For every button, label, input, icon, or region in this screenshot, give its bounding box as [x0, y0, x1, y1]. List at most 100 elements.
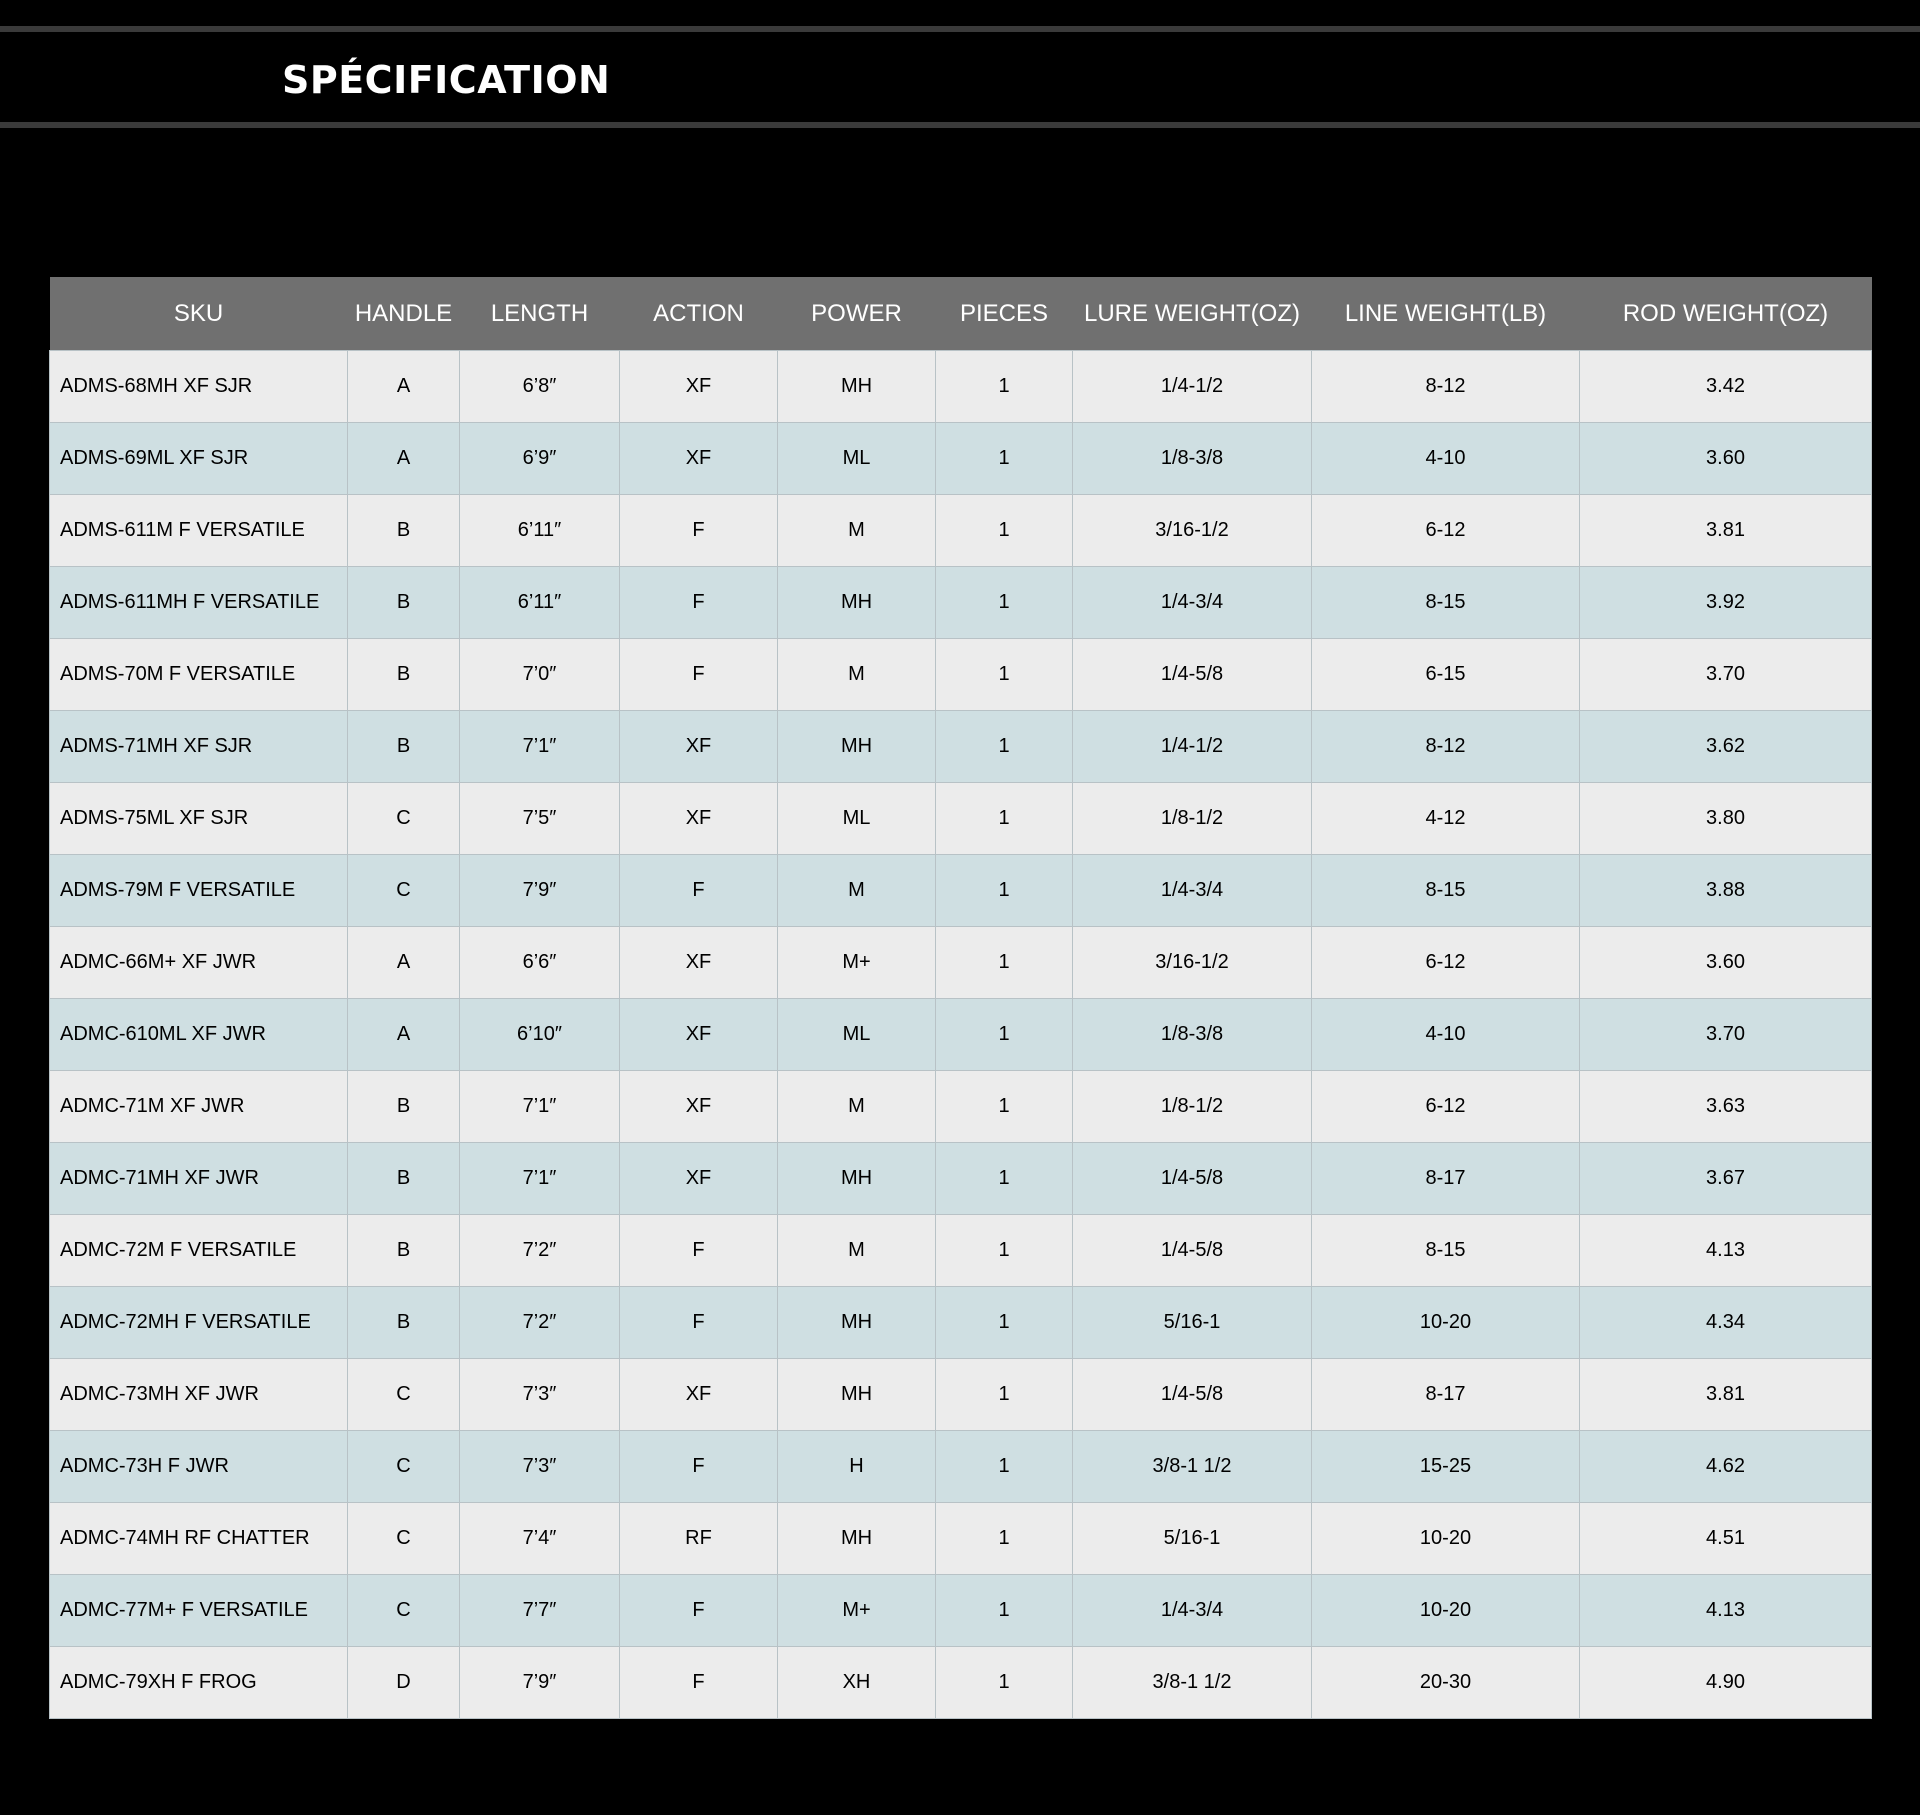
- handle-cell: A: [347, 998, 460, 1071]
- pieces-cell: 1: [935, 1214, 1073, 1287]
- length-cell: 7’9″: [459, 1646, 620, 1719]
- action-cell: F: [619, 494, 778, 567]
- line-weight-cell: 8-15: [1311, 566, 1580, 639]
- sku-cell: ADMS-611MH F VERSATILE: [49, 566, 348, 639]
- power-cell: M: [777, 494, 936, 567]
- lure-weight-cell: 3/8-1 1/2: [1072, 1430, 1312, 1503]
- handle-cell: C: [347, 854, 460, 927]
- sku-cell: ADMS-69ML XF SJR: [49, 422, 348, 495]
- line-weight-cell: 6-15: [1311, 638, 1580, 711]
- lure-weight-cell: 1/4-5/8: [1072, 1214, 1312, 1287]
- line-weight-cell: 8-12: [1311, 350, 1580, 423]
- sku-cell: ADMC-610ML XF JWR: [49, 998, 348, 1071]
- action-cell: XF: [619, 998, 778, 1071]
- specification-table: SKU HANDLE LENGTH ACTION POWER PIECES LU…: [49, 277, 1872, 1719]
- pieces-cell: 1: [935, 494, 1073, 567]
- table-row: ADMS-70M F VERSATILE B 7’0″ F M 1 1/4-5/8 6-15 3…: [49, 638, 1872, 711]
- table-row: ADMC-79XH F FROG D 7’9″ F XH 1 3/8-1 1/2 20-30 4…: [49, 1646, 1872, 1719]
- pieces-cell: 1: [935, 422, 1073, 495]
- rod-weight-cell: 3.70: [1579, 998, 1872, 1071]
- rod-weight-cell: 3.70: [1579, 638, 1872, 711]
- handle-cell: B: [347, 1070, 460, 1143]
- length-cell: 7’3″: [459, 1358, 620, 1431]
- handle-cell: B: [347, 1142, 460, 1215]
- length-cell: 6’11″: [459, 566, 620, 639]
- table-row: ADMS-75ML XF SJR C 7’5″ XF ML 1 1/8-1/2 4-12 3.8…: [49, 782, 1872, 855]
- length-cell: 7’1″: [459, 1070, 620, 1143]
- length-cell: 7’1″: [459, 1142, 620, 1215]
- power-cell: M: [777, 1214, 936, 1287]
- lure-weight-cell: 1/8-1/2: [1072, 1070, 1312, 1143]
- pieces-cell: 1: [935, 782, 1073, 855]
- handle-cell: B: [347, 566, 460, 639]
- action-cell: F: [619, 566, 778, 639]
- handle-cell: B: [347, 710, 460, 783]
- lure-weight-cell: 5/16-1: [1072, 1502, 1312, 1575]
- action-cell: XF: [619, 782, 778, 855]
- column-header-pieces: PIECES: [935, 277, 1073, 351]
- line-weight-cell: 10-20: [1311, 1286, 1580, 1359]
- action-cell: F: [619, 854, 778, 927]
- table-row: ADMS-611MH F VERSATILE B 6’11″ F MH 1 1/4-3/4 8…: [49, 566, 1872, 639]
- line-weight-cell: 10-20: [1311, 1574, 1580, 1647]
- action-cell: F: [619, 1214, 778, 1287]
- power-cell: MH: [777, 566, 936, 639]
- lure-weight-cell: 1/4-3/4: [1072, 854, 1312, 927]
- column-header-lure-weight: LURE WEIGHT(OZ): [1072, 277, 1312, 351]
- pieces-cell: 1: [935, 710, 1073, 783]
- action-cell: XF: [619, 422, 778, 495]
- power-cell: MH: [777, 1286, 936, 1359]
- power-cell: MH: [777, 1502, 936, 1575]
- length-cell: 6’8″: [459, 350, 620, 423]
- column-header-line-weight: LINE WEIGHT(LB): [1311, 277, 1580, 351]
- power-cell: ML: [777, 422, 936, 495]
- sku-cell: ADMS-75ML XF SJR: [49, 782, 348, 855]
- sku-cell: ADMC-66M+ XF JWR: [49, 926, 348, 999]
- lure-weight-cell: 5/16-1: [1072, 1286, 1312, 1359]
- line-weight-cell: 4-10: [1311, 998, 1580, 1071]
- power-cell: MH: [777, 710, 936, 783]
- power-cell: M+: [777, 1574, 936, 1647]
- table-row: ADMC-73MH XF JWR C 7’3″ XF MH 1 1/4-5/8 8-17 3.8…: [49, 1358, 1872, 1431]
- table-header-row: SKU HANDLE LENGTH ACTION POWER PIECES LU…: [49, 277, 1872, 351]
- sku-cell: ADMC-77M+ F VERSATILE: [49, 1574, 348, 1647]
- sku-cell: ADMS-79M F VERSATILE: [49, 854, 348, 927]
- power-cell: XH: [777, 1646, 936, 1719]
- page-title: SPÉCIFICATION: [282, 58, 611, 102]
- pieces-cell: 1: [935, 1430, 1073, 1503]
- pieces-cell: 1: [935, 1646, 1073, 1719]
- action-cell: XF: [619, 1142, 778, 1215]
- power-cell: M: [777, 638, 936, 711]
- action-cell: XF: [619, 1070, 778, 1143]
- column-header-length: LENGTH: [459, 277, 620, 351]
- table-row: ADMS-69ML XF SJR A 6’9″ XF ML 1 1/8-3/8 4-10 3.6…: [49, 422, 1872, 495]
- power-cell: ML: [777, 998, 936, 1071]
- power-cell: ML: [777, 782, 936, 855]
- rod-weight-cell: 4.62: [1579, 1430, 1872, 1503]
- handle-cell: C: [347, 1358, 460, 1431]
- rod-weight-cell: 4.90: [1579, 1646, 1872, 1719]
- action-cell: XF: [619, 710, 778, 783]
- rod-weight-cell: 3.60: [1579, 926, 1872, 999]
- rod-weight-cell: 3.42: [1579, 350, 1872, 423]
- pieces-cell: 1: [935, 350, 1073, 423]
- power-cell: M: [777, 854, 936, 927]
- lure-weight-cell: 1/8-1/2: [1072, 782, 1312, 855]
- length-cell: 7’3″: [459, 1430, 620, 1503]
- power-cell: M+: [777, 926, 936, 999]
- table-row: ADMS-79M F VERSATILE C 7’9″ F M 1 1/4-3/4 8-15 3…: [49, 854, 1872, 927]
- handle-cell: A: [347, 926, 460, 999]
- handle-cell: D: [347, 1646, 460, 1719]
- rod-weight-cell: 4.51: [1579, 1502, 1872, 1575]
- handle-cell: C: [347, 1502, 460, 1575]
- line-weight-cell: 8-17: [1311, 1142, 1580, 1215]
- table-row: ADMC-66M+ XF JWR A 6’6″ XF M+ 1 3/16-1/2 6-12 3.…: [49, 926, 1872, 999]
- line-weight-cell: 4-10: [1311, 422, 1580, 495]
- rod-weight-cell: 3.92: [1579, 566, 1872, 639]
- rod-weight-cell: 3.63: [1579, 1070, 1872, 1143]
- pieces-cell: 1: [935, 638, 1073, 711]
- handle-cell: B: [347, 1214, 460, 1287]
- rod-weight-cell: 3.80: [1579, 782, 1872, 855]
- length-cell: 7’5″: [459, 782, 620, 855]
- sku-cell: ADMS-611M F VERSATILE: [49, 494, 348, 567]
